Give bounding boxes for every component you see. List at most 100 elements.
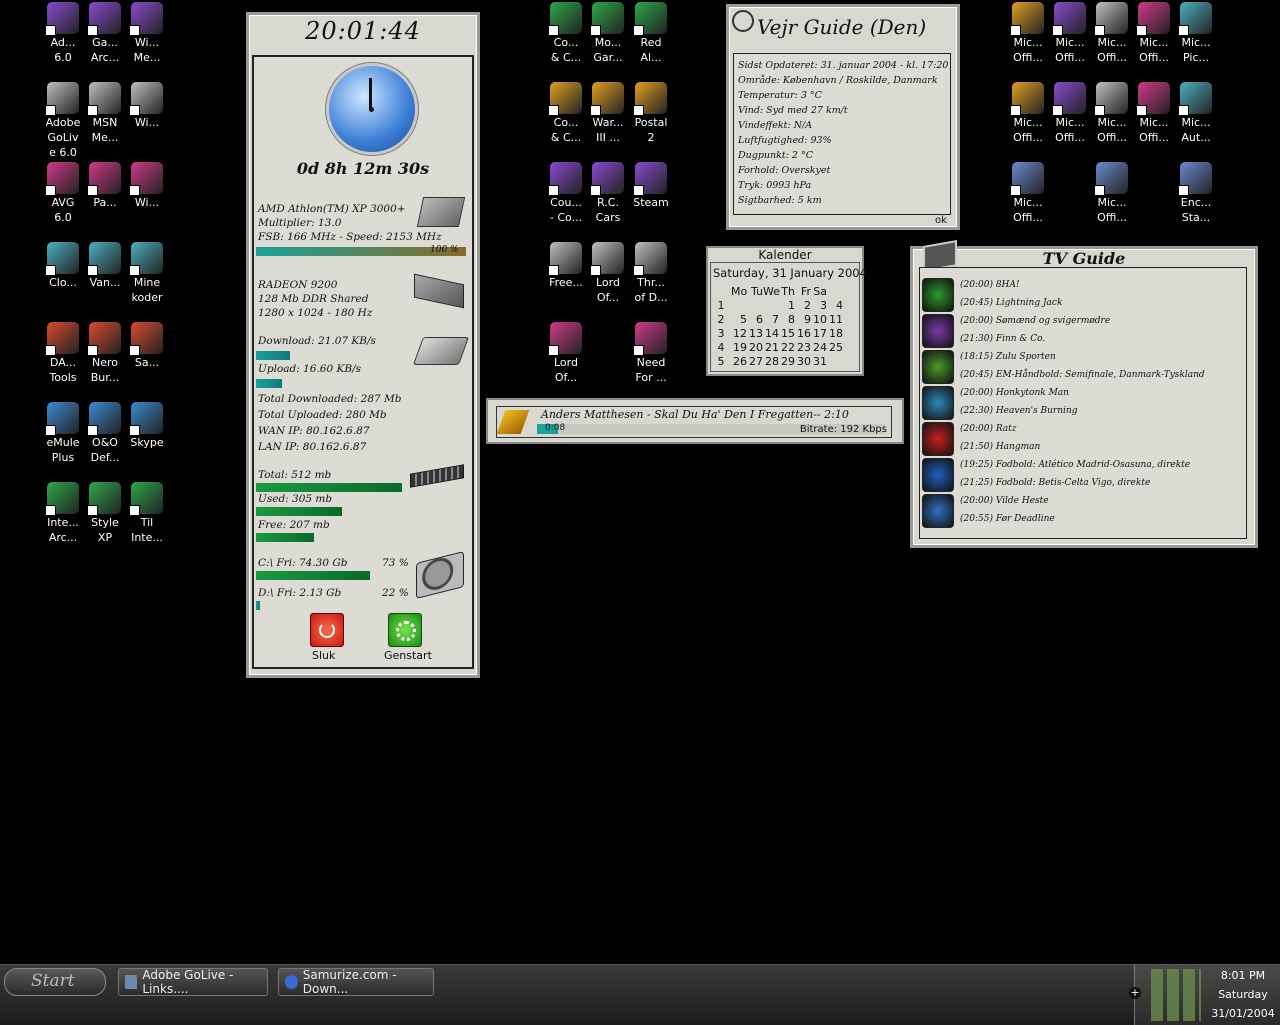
tv-program[interactable]: (22:30) Heaven's Burning	[960, 406, 1077, 416]
tv-program[interactable]: (20:00) Honkytonk Man	[960, 388, 1069, 398]
tv-program[interactable]: (20:00) 8HA!	[960, 280, 1020, 290]
desktop-icon[interactable]: Inte... Arc...	[41, 482, 85, 545]
desktop-icon[interactable]: Red Al...	[629, 2, 673, 65]
desktop-icon[interactable]: R.C. Cars	[586, 162, 630, 225]
desktop-icon[interactable]: Mic... Offi...	[1090, 82, 1134, 145]
calendar-day[interactable]: 10	[811, 313, 827, 327]
calendar-day[interactable]	[827, 355, 843, 369]
desktop-icon[interactable]: Lord Of...	[586, 242, 630, 305]
calendar-day[interactable]: 15	[779, 327, 795, 341]
tray-expand-icon[interactable]: +	[1129, 987, 1141, 999]
calendar-day[interactable]: 5	[731, 313, 747, 327]
desktop-icon[interactable]: Mic... Offi...	[1048, 2, 1092, 65]
desktop-icon[interactable]: Postal 2	[629, 82, 673, 145]
tv-program[interactable]: (21:30) Finn & Co.	[960, 334, 1045, 344]
desktop-icon[interactable]: Mic... Offi...	[1006, 82, 1050, 145]
calendar-day[interactable]: 21	[763, 341, 779, 355]
calendar-day[interactable]: 29	[779, 355, 795, 369]
desktop-icon[interactable]: Mic... Offi...	[1048, 82, 1092, 145]
desktop-icon[interactable]: Til Inte...	[125, 482, 169, 545]
tv-program[interactable]: (20:45) EM-Håndbold: Semifinale, Danmark…	[960, 370, 1205, 380]
calendar-day[interactable]: 3	[811, 299, 827, 313]
desktop-icon[interactable]: Ga... Arc...	[83, 2, 127, 65]
calendar-day[interactable]: 25	[827, 341, 843, 355]
desktop-icon[interactable]: Mic... Offi...	[1090, 162, 1134, 225]
desktop-icon[interactable]: Mic... Offi...	[1006, 2, 1050, 65]
desktop-icon[interactable]: Pa...	[83, 162, 127, 210]
desktop-icon[interactable]: Clo...	[41, 242, 85, 290]
tv-program[interactable]: (20:00) Ratz	[960, 424, 1017, 434]
desktop-icon[interactable]: Van...	[83, 242, 127, 290]
desktop-icon[interactable]: Cou... - Co...	[544, 162, 588, 225]
calendar-day[interactable]: 16	[795, 327, 811, 341]
desktop-icon[interactable]: MSN Me...	[83, 82, 127, 145]
tv-program[interactable]: (19:25) Fodbold: Atlético Madrid-Osasuna…	[960, 460, 1190, 470]
desktop-icon[interactable]: Wi... Me...	[125, 2, 169, 65]
desktop-icon[interactable]: Co... & C...	[544, 82, 588, 145]
tv-program[interactable]: (20:00) Vilde Heste	[960, 496, 1049, 506]
calendar-day[interactable]: 27	[747, 355, 763, 369]
tv-program[interactable]: (20:45) Lightning Jack	[960, 298, 1062, 308]
calendar-day[interactable]: 20	[747, 341, 763, 355]
desktop-icon[interactable]: DA... Tools	[41, 322, 85, 385]
desktop-icon[interactable]: Mic... Offi...	[1132, 82, 1176, 145]
desktop-icon[interactable]: Mic... Pic...	[1174, 2, 1218, 65]
calendar-day[interactable]: 4	[827, 299, 843, 313]
calendar-day[interactable]: 19	[731, 341, 747, 355]
desktop-icon[interactable]: Ad... 6.0	[41, 2, 85, 65]
calendar-day[interactable]: 12	[731, 327, 747, 341]
desktop-icon[interactable]: Style XP	[83, 482, 127, 545]
desktop-icon[interactable]: Mo... Gar...	[586, 2, 630, 65]
restart-label[interactable]: Genstart	[384, 649, 432, 662]
tv-program[interactable]: (21:50) Hangman	[960, 442, 1040, 452]
calendar-day[interactable]: 11	[827, 313, 843, 327]
task-golive[interactable]: Adobe GoLive - Links....	[118, 968, 268, 996]
calendar-day[interactable]: 22	[779, 341, 795, 355]
desktop-icon[interactable]: Nero Bur...	[83, 322, 127, 385]
desktop-icon[interactable]: Lord Of...	[544, 322, 588, 385]
desktop-icon[interactable]: Skype	[125, 402, 169, 450]
desktop-icon[interactable]: O&O Def...	[83, 402, 127, 465]
desktop-icon[interactable]: AVG 6.0	[41, 162, 85, 225]
calendar-day[interactable]: 23	[795, 341, 811, 355]
calendar-day[interactable]: 1	[779, 299, 795, 313]
desktop-icon[interactable]: Mine koder	[125, 242, 169, 305]
restart-button[interactable]	[388, 613, 422, 647]
calendar-day[interactable]: 7	[763, 313, 779, 327]
calendar-day[interactable]: 31	[811, 355, 827, 369]
calendar-day[interactable]: 24	[811, 341, 827, 355]
calendar-day[interactable]: 28	[763, 355, 779, 369]
desktop-icon[interactable]: Free...	[544, 242, 588, 290]
calendar-day[interactable]: 18	[827, 327, 843, 341]
desktop-icon[interactable]: Sa...	[125, 322, 169, 370]
calendar-day[interactable]: 8	[779, 313, 795, 327]
desktop-icon[interactable]: Mic... Aut...	[1174, 82, 1218, 145]
desktop-icon[interactable]: Steam	[629, 162, 673, 210]
tv-program[interactable]: (20:55) Før Deadline	[960, 514, 1055, 524]
calendar-day[interactable]: 17	[811, 327, 827, 341]
desktop-icon[interactable]: Wi...	[125, 82, 169, 130]
tray-icons[interactable]	[1151, 969, 1201, 1021]
calendar-day[interactable]: 6	[747, 313, 763, 327]
desktop-icon[interactable]: War... III ...	[586, 82, 630, 145]
desktop-icon[interactable]: Mic... Offi...	[1132, 2, 1176, 65]
desktop-icon[interactable]: Thr... of D...	[629, 242, 673, 305]
calendar-day[interactable]: 2	[795, 299, 811, 313]
weather-ok-button[interactable]: ok	[935, 215, 947, 226]
calendar-day[interactable]: 13	[747, 327, 763, 341]
start-button[interactable]: Start	[4, 968, 106, 996]
desktop-icon[interactable]: Wi...	[125, 162, 169, 210]
task-browser[interactable]: Samurize.com - Down...	[278, 968, 434, 996]
calendar-day[interactable]: 14	[763, 327, 779, 341]
tray-time[interactable]: 8:01 PM	[1207, 969, 1279, 982]
calendar-day[interactable]	[763, 299, 779, 313]
calendar-day[interactable]	[731, 299, 747, 313]
desktop-icon[interactable]: Mic... Offi...	[1090, 2, 1134, 65]
calendar-day[interactable]: 26	[731, 355, 747, 369]
desktop-icon[interactable]: eMule Plus	[41, 402, 85, 465]
desktop-icon[interactable]: Need For ...	[629, 322, 673, 385]
tv-program[interactable]: (20:00) Sømænd og svigermødre	[960, 316, 1110, 326]
tv-program[interactable]: (21:25) Fodbold: Betis-Celta Vigo, direk…	[960, 478, 1150, 488]
shutdown-label[interactable]: Sluk	[312, 649, 335, 662]
tv-program[interactable]: (18:15) Zulu Sporten	[960, 352, 1056, 362]
